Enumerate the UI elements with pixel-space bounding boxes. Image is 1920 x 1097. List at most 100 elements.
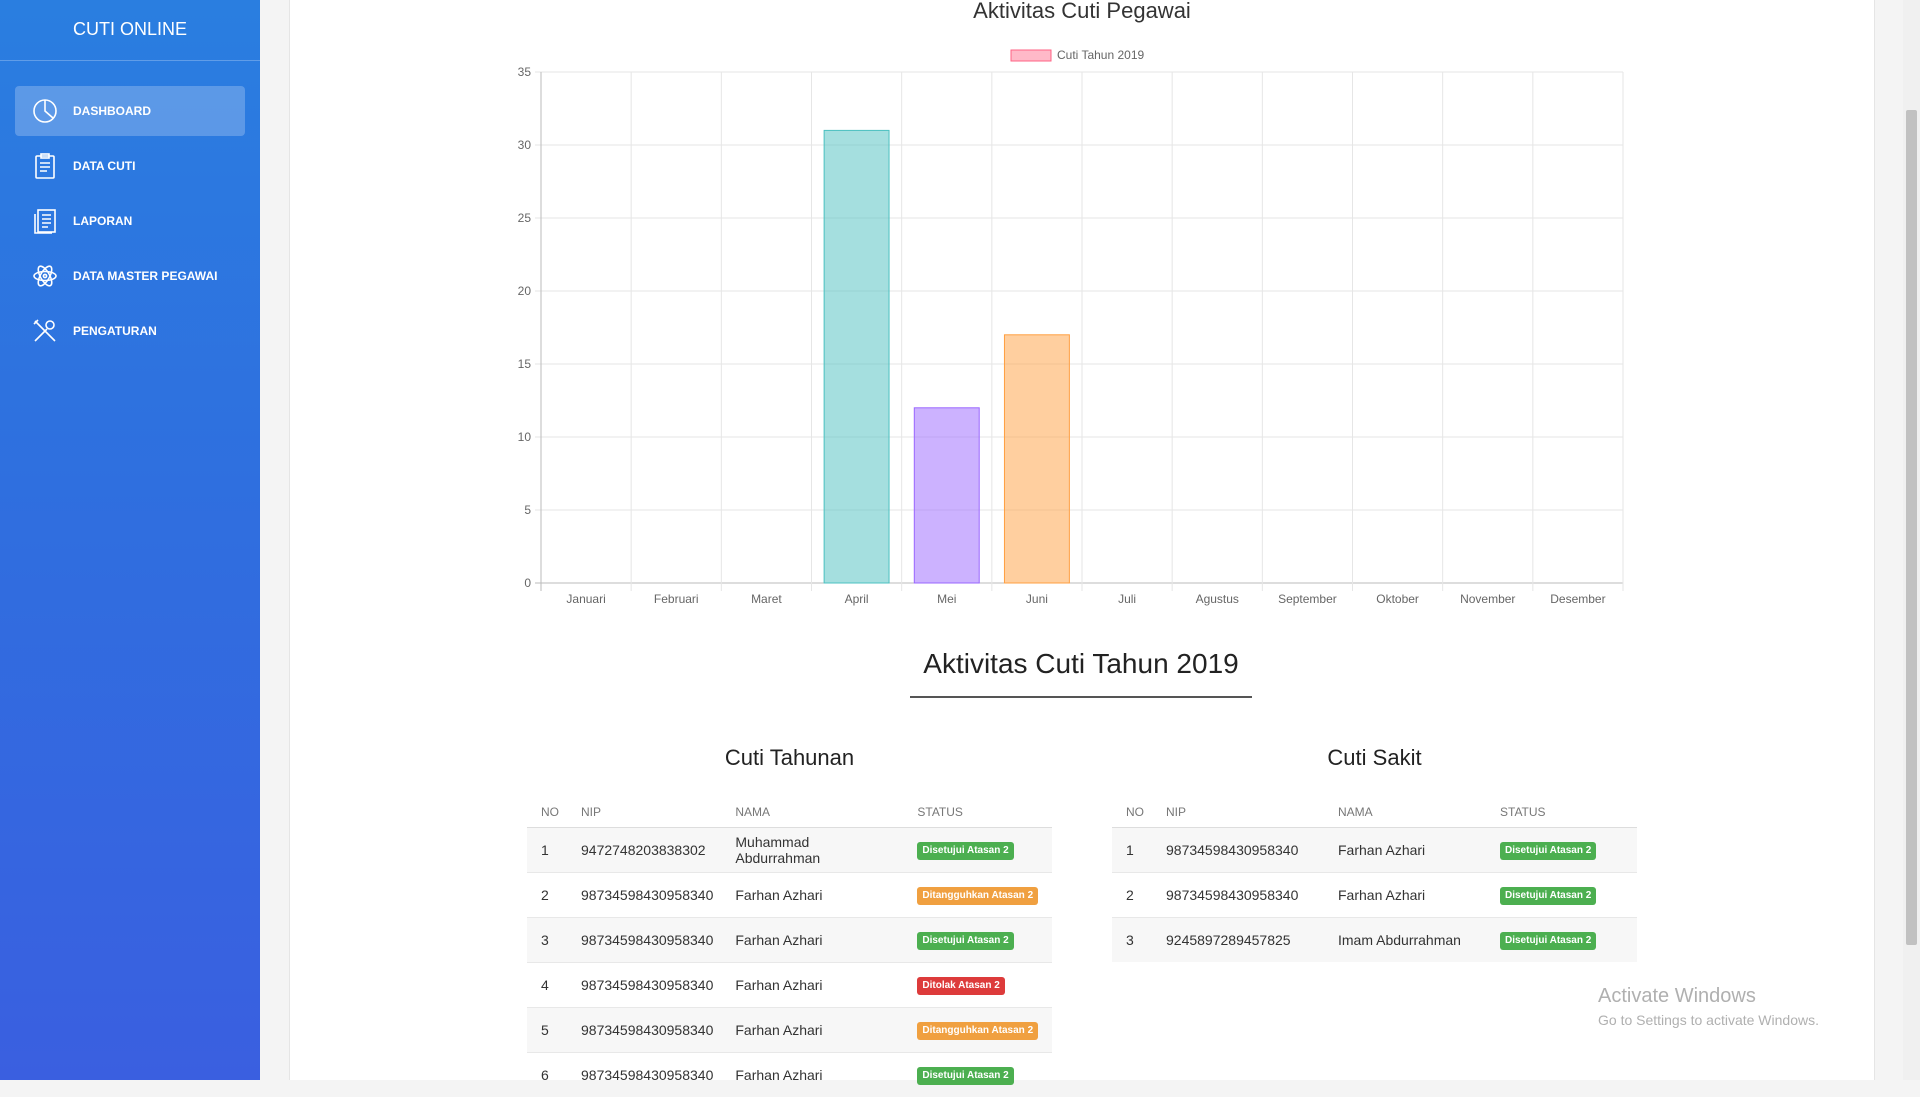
- cell-nip: 98734598430958340: [567, 918, 721, 963]
- status-badge: Ditangguhkan Atasan 2: [917, 1022, 1038, 1040]
- sidebar-item-label: LAPORAN: [73, 214, 132, 228]
- status-badge: Disetujui Atasan 2: [1500, 842, 1596, 860]
- cell-status: Ditolak Atasan 2: [903, 963, 1052, 1008]
- cell-nip: 98734598430958340: [1152, 828, 1324, 873]
- legend-swatch: [1011, 50, 1051, 61]
- bar-chart: Aktivitas Cuti PegawaiCuti Tahun 2019051…: [290, 0, 1874, 620]
- x-tick-label: September: [1278, 592, 1337, 606]
- y-tick-label: 35: [518, 65, 532, 79]
- x-tick-label: Oktober: [1376, 592, 1419, 606]
- x-tick-label: Juni: [1026, 592, 1048, 606]
- table-row: 19472748203838302Muhammad AbdurrahmanDis…: [527, 828, 1052, 873]
- x-tick-label: Januari: [566, 592, 605, 606]
- x-tick-label: Desember: [1550, 592, 1605, 606]
- cuti-tahunan-table: NO NIP NAMA STATUS 19472748203838302Muha…: [527, 797, 1052, 1097]
- watermark-line1: Activate Windows: [1598, 985, 1819, 1008]
- x-tick-label: April: [845, 592, 869, 606]
- bar-mei: [914, 408, 979, 583]
- table-row: 398734598430958340Farhan Azhari Disetujui…: [527, 918, 1052, 963]
- cell-status: Disetujui Atasan 2: [1486, 918, 1637, 963]
- pie-chart-icon: [31, 97, 59, 125]
- x-tick-label: November: [1460, 592, 1515, 606]
- status-badge: Disetujui Atasan 2: [1500, 932, 1596, 950]
- cell-nama: Farhan Azhari: [1324, 828, 1486, 873]
- col-no: NO: [527, 797, 567, 828]
- cell-no: 2: [527, 873, 567, 918]
- cell-no: 3: [1112, 918, 1152, 963]
- y-tick-label: 20: [518, 284, 532, 298]
- tools-icon: [31, 317, 59, 345]
- status-badge: Ditangguhkan Atasan 2: [917, 887, 1038, 905]
- status-badge: Disetujui Atasan 2: [1500, 887, 1596, 905]
- cell-no: 1: [527, 828, 567, 873]
- section-title: Aktivitas Cuti Tahun 2019: [910, 648, 1252, 698]
- status-badge: Disetujui Atasan 2: [917, 842, 1013, 860]
- chart-title: Aktivitas Cuti Pegawai: [973, 0, 1191, 23]
- clipboard-icon: [31, 152, 59, 180]
- col-status: STATUS: [1486, 797, 1637, 828]
- table-row: 498734598430958340Farhan AzhariDitolak A…: [527, 963, 1052, 1008]
- table-row: 298734598430958340Farhan AzhariDisetujui…: [1112, 873, 1637, 918]
- cuti-tahunan-title: Cuti Tahunan: [527, 745, 1052, 771]
- sidebar-item-data-master-pegawai[interactable]: DATA MASTER PEGAWAI: [15, 251, 245, 301]
- vertical-scrollbar[interactable]: [1903, 0, 1920, 1080]
- bar-april: [824, 130, 889, 583]
- sidebar-item-label: DATA CUTI: [73, 159, 135, 173]
- table-header-row: NO NIP NAMA STATUS: [527, 797, 1052, 828]
- cell-status: Ditangguhkan Atasan 2: [903, 1008, 1052, 1053]
- cell-status: Disetujui Atasan 2: [903, 1053, 1052, 1097]
- scrollbar-thumb[interactable]: [1906, 110, 1917, 945]
- cell-no: 5: [527, 1008, 567, 1053]
- sidebar-item-data-cuti[interactable]: DATA CUTI: [15, 141, 245, 191]
- bar-juni: [1004, 335, 1069, 583]
- sidebar-item-laporan[interactable]: LAPORAN: [15, 196, 245, 246]
- sidebar-item-pengaturan[interactable]: PENGATURAN: [15, 306, 245, 356]
- cuti-tahunan-body: 19472748203838302Muhammad AbdurrahmanDis…: [527, 828, 1052, 1097]
- activate-windows-watermark: Activate Windows Go to Settings to activ…: [1598, 985, 1819, 1028]
- x-tick-label: Maret: [751, 592, 782, 606]
- cell-status: Disetujui Atasan 2: [1486, 828, 1637, 873]
- y-tick-label: 10: [518, 430, 532, 444]
- sidebar-item-label: PENGATURAN: [73, 324, 157, 338]
- cell-no: 4: [527, 963, 567, 1008]
- x-tick-label: Mei: [937, 592, 956, 606]
- table-row: 298734598430958340Farhan Azhari Ditangguh…: [527, 873, 1052, 918]
- cuti-sakit-body: 198734598430958340Farhan AzhariDisetujui…: [1112, 828, 1637, 963]
- cell-status: Disetujui Atasan 2: [1486, 873, 1637, 918]
- x-tick-label: Agustus: [1196, 592, 1239, 606]
- legend-label: Cuti Tahun 2019: [1057, 48, 1145, 62]
- cell-nama: Farhan Azhari: [721, 873, 903, 918]
- cell-status: Disetujui Atasan 2: [903, 918, 1052, 963]
- cell-nama: Imam Abdurrahman: [1324, 918, 1486, 963]
- y-tick-label: 25: [518, 211, 532, 225]
- cell-nip: 98734598430958340: [1152, 873, 1324, 918]
- sidebar-item-dashboard[interactable]: DASHBOARD: [15, 86, 245, 136]
- sidebar: CUTI ONLINE DASHBOARD DATA CUTI LAPORAN …: [0, 0, 260, 1080]
- col-nama: NAMA: [721, 797, 903, 828]
- cell-no: 6: [527, 1053, 567, 1097]
- cuti-tahunan-block: Cuti Tahunan NO NIP NAMA STATUS 19472748…: [527, 745, 1052, 1097]
- cell-nama: Farhan Azhari: [721, 1053, 903, 1097]
- cell-nip: 98734598430958340: [567, 1053, 721, 1097]
- status-badge: Ditolak Atasan 2: [917, 977, 1004, 995]
- atom-icon: [31, 262, 59, 290]
- cuti-sakit-title: Cuti Sakit: [1112, 745, 1637, 771]
- cell-nip: 98734598430958340: [567, 873, 721, 918]
- cuti-sakit-block: Cuti Sakit NO NIP NAMA STATUS 1987345984…: [1112, 745, 1637, 962]
- col-status: STATUS: [903, 797, 1052, 828]
- cell-nama: Farhan Azhari: [721, 963, 903, 1008]
- cell-nama: Farhan Azhari: [721, 918, 903, 963]
- cuti-sakit-table: NO NIP NAMA STATUS 198734598430958340Far…: [1112, 797, 1637, 962]
- y-tick-label: 0: [524, 576, 531, 590]
- cell-no: 3: [527, 918, 567, 963]
- cell-nip: 9245897289457825: [1152, 918, 1324, 963]
- app-title[interactable]: CUTI ONLINE: [0, 0, 260, 61]
- watermark-line2: Go to Settings to activate Windows.: [1598, 1012, 1819, 1028]
- col-nip: NIP: [567, 797, 721, 828]
- status-badge: Disetujui Atasan 2: [917, 932, 1013, 950]
- cell-nama: Farhan Azhari: [721, 1008, 903, 1053]
- x-tick-label: Februari: [654, 592, 699, 606]
- cell-no: 2: [1112, 873, 1152, 918]
- y-tick-label: 30: [518, 138, 532, 152]
- main-content: Aktivitas Cuti Pegawai Cuti Tahun 2019 0 5 1…: [289, 0, 1875, 1080]
